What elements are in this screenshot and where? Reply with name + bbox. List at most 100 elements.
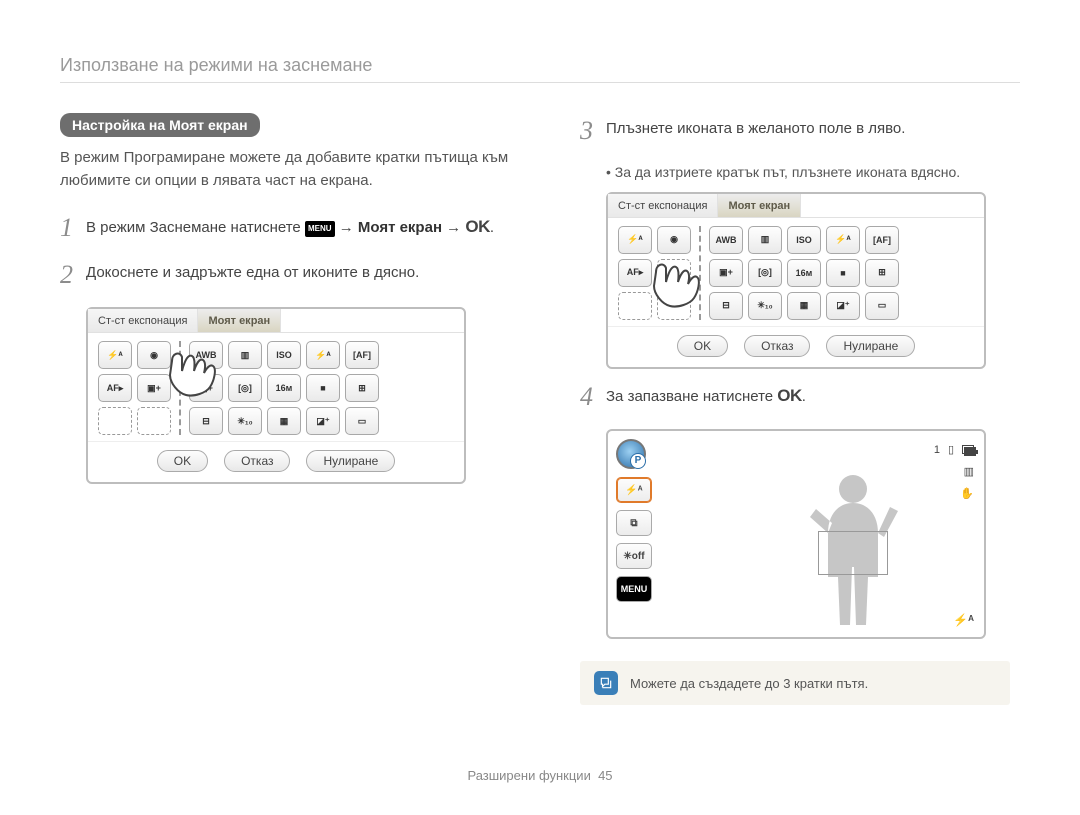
step-1-text-a: В режим Заснемане натиснете	[86, 219, 305, 236]
my-screen-panel-figure-1: Ст-ст експонация Моят екран ⚡ᴬ ◉ AF▸ ▣+ …	[86, 307, 466, 484]
slot-icon[interactable]: ⚡ᴬ	[618, 226, 652, 254]
vf-shortcut-timer[interactable]: ✳off	[616, 543, 652, 569]
grid-icon[interactable]: 16ᴍ	[267, 374, 301, 402]
grid-icon[interactable]: ◪⁺	[306, 407, 340, 435]
step-1-arrow-2: →	[446, 219, 465, 236]
slot-empty[interactable]	[98, 407, 132, 435]
ok-icon: OK	[777, 386, 802, 405]
slot-icon[interactable]: AF▸	[618, 259, 652, 287]
grid-icon[interactable]: ◪⁺	[826, 292, 860, 320]
step-1-arrow-1: →	[339, 219, 358, 236]
grid-icon[interactable]: [◎]	[228, 374, 262, 402]
slot-empty[interactable]	[657, 292, 691, 320]
panel-shortcut-slots: ⚡ᴬ ◉ AF▸	[618, 226, 691, 320]
slot-icon[interactable]: AF▸	[98, 374, 132, 402]
panel-divider	[699, 226, 701, 320]
grid-icon[interactable]: [◎]	[748, 259, 782, 287]
grid-icon[interactable]: ⊞	[345, 374, 379, 402]
grid-icon[interactable]: ⚡ᴬ	[826, 226, 860, 254]
panel-icon-grid: AWB ▥ ISO ⚡ᴬ [AF] ▣+ [◎] 16ᴍ ■ ⊞ ⊟ ✳₁₀ ▦…	[709, 226, 974, 320]
step-number: 4	[580, 383, 606, 412]
step-4-period: .	[802, 388, 806, 405]
slot-icon[interactable]: ◉	[137, 341, 171, 369]
panel-tab-my-screen[interactable]: Моят екран	[198, 309, 281, 332]
step-3-body: Плъзнете иконата в желаното поле в ляво.	[606, 117, 1010, 140]
grid-icon[interactable]: AWB	[709, 226, 743, 254]
panel-tab-exposure[interactable]: Ст-ст експонация	[608, 194, 718, 217]
grid-icon[interactable]: ✳₁₀	[748, 292, 782, 320]
breadcrumb: Използване на режими на заснемане	[60, 55, 1020, 83]
vf-indicator-icon: ▥	[964, 465, 974, 478]
step-4: 4 За запазване натиснете OK.	[580, 383, 1010, 412]
grid-icon[interactable]: ✳₁₀	[228, 407, 262, 435]
vf-stabilizer-icon: ✋	[960, 487, 974, 500]
step-number: 1	[60, 214, 86, 243]
slot-icon[interactable]: ▣+	[137, 374, 171, 402]
step-3: 3 Плъзнете иконата в желаното поле в ляв…	[580, 117, 1010, 146]
grid-icon[interactable]: ISO	[267, 341, 301, 369]
panel-cancel-button[interactable]: Отказ	[224, 450, 290, 472]
panel-tab-my-screen[interactable]: Моят екран	[718, 194, 801, 217]
step-4-body: За запазване натиснете OK.	[606, 383, 1010, 409]
vf-shortcut-ev[interactable]: ⧉	[616, 510, 652, 536]
grid-icon[interactable]: ■	[826, 259, 860, 287]
note-text: Можете да създадете до 3 кратки пътя.	[630, 676, 868, 691]
grid-icon[interactable]: ▣+	[189, 374, 223, 402]
slot-icon[interactable]: ⚡ᴬ	[98, 341, 132, 369]
vf-menu-button[interactable]: MENU	[616, 576, 652, 602]
panel-reset-button[interactable]: Нулиране	[826, 335, 915, 357]
panel-tab-exposure[interactable]: Ст-ст експонация	[88, 309, 198, 332]
step-1-bold: Моят екран	[358, 219, 442, 236]
grid-icon[interactable]: ▭	[865, 292, 899, 320]
slot-empty[interactable]	[137, 407, 171, 435]
step-1-period: .	[490, 219, 494, 236]
panel-reset-button[interactable]: Нулиране	[306, 450, 395, 472]
footer-page-number: 45	[598, 768, 612, 783]
grid-icon[interactable]: ▭	[345, 407, 379, 435]
intro-paragraph: В режим Програмиране можете да добавите …	[60, 147, 520, 192]
grid-icon[interactable]: [AF]	[865, 226, 899, 254]
grid-icon[interactable]: ⊟	[709, 292, 743, 320]
battery-icon	[962, 445, 974, 454]
panel-cancel-button[interactable]: Отказ	[744, 335, 810, 357]
ok-icon: OK	[465, 217, 490, 236]
focus-frame	[818, 531, 888, 575]
grid-icon[interactable]: ISO	[787, 226, 821, 254]
slot-icon[interactable]: ◉	[657, 226, 691, 254]
vf-shortcut-flash[interactable]: ⚡ᴬ	[616, 477, 652, 503]
grid-icon[interactable]: ⊟	[189, 407, 223, 435]
note-info-icon	[594, 671, 618, 695]
step-3-subnote: За да изтриете кратък път, плъзнете икон…	[606, 164, 1010, 180]
grid-icon[interactable]: ▦	[267, 407, 301, 435]
grid-icon[interactable]: 16ᴍ	[787, 259, 821, 287]
step-1-body: В режим Заснемане натиснете MENU → Моят …	[86, 214, 520, 240]
panel-divider	[179, 341, 181, 435]
footer-section-label: Разширени функции	[467, 768, 590, 783]
memory-card-icon: ▯	[948, 443, 954, 456]
panel-ok-button[interactable]: OK	[157, 450, 208, 472]
step-2: 2 Докоснете и задръжте една от иконите в…	[60, 261, 520, 290]
vf-flash-indicator: ⚡ᴬ	[953, 613, 974, 627]
step-number: 3	[580, 117, 606, 146]
vf-shot-counter: 1	[934, 444, 940, 456]
panel-ok-button[interactable]: OK	[677, 335, 728, 357]
grid-icon[interactable]: ⊞	[865, 259, 899, 287]
panel-icon-grid: AWB ▥ ISO ⚡ᴬ [AF] ▣+ [◎] 16ᴍ ■ ⊞ ⊟ ✳₁₀ ▦…	[189, 341, 454, 435]
slot-empty-drop[interactable]	[657, 259, 691, 287]
grid-icon[interactable]: [AF]	[345, 341, 379, 369]
mode-dial-icon	[616, 439, 646, 469]
grid-icon[interactable]: AWB	[189, 341, 223, 369]
step-4-text: За запазване натиснете	[606, 388, 777, 405]
grid-icon[interactable]: ▥	[748, 226, 782, 254]
viewfinder-figure: ⚡ᴬ ⧉ ✳off MENU 1 ▯ ▥ ✋	[606, 429, 986, 639]
step-number: 2	[60, 261, 86, 290]
grid-icon[interactable]: ▦	[787, 292, 821, 320]
panel-shortcut-slots: ⚡ᴬ ◉ AF▸ ▣+	[98, 341, 171, 435]
grid-icon[interactable]: ⚡ᴬ	[306, 341, 340, 369]
slot-empty[interactable]	[618, 292, 652, 320]
grid-icon[interactable]: ■	[306, 374, 340, 402]
grid-icon[interactable]: ▥	[228, 341, 262, 369]
page-footer: Разширени функции 45	[0, 768, 1080, 783]
grid-icon[interactable]: ▣+	[709, 259, 743, 287]
step-1: 1 В режим Заснемане натиснете MENU → Моя…	[60, 214, 520, 243]
